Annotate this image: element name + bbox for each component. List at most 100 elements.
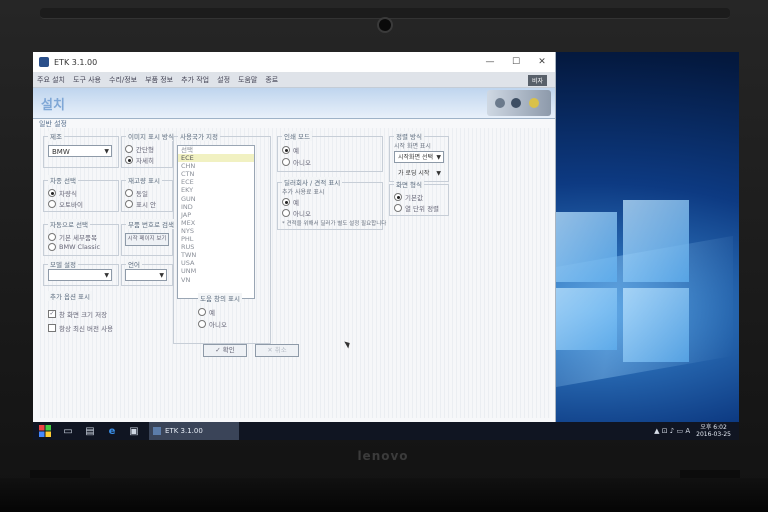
keyboard-edge [0,478,768,512]
menu-badge[interactable]: 비자 [527,74,547,86]
model-select[interactable]: ▼ [48,269,112,281]
maximize-button[interactable]: ☐ [503,57,529,67]
checkbox-latest-version[interactable]: 항상 최신 버전 사용 [48,323,113,333]
radio-dealer-yes[interactable]: 예 [282,197,299,207]
group-sort: 정렬 방식 시작 화면 표시 시작화면 선택 ▼ 가 로딩 시작 ▼ [389,131,449,182]
language-select[interactable]: ▼ [125,269,167,281]
ok-button[interactable]: ✓ 확인 [203,344,247,357]
radio-simple[interactable]: 간단형 [125,144,154,154]
radio-help-no[interactable]: 아니오 [198,319,227,329]
taskbar-etk-window[interactable]: ETK 3.1.00 [149,422,239,440]
chevron-down-icon: ▼ [104,272,109,279]
menu-item-settings[interactable]: 설정 [213,75,234,85]
menu-item-parts[interactable]: 부품 정보 [141,75,177,85]
edge-icon[interactable]: e [101,422,123,440]
close-icon: ✕ [267,346,275,354]
start-page-button[interactable]: 시작 페이지 보기 [125,233,169,246]
check-icon: ✓ [215,346,223,354]
etk-app-window: ETK 3.1.00 — ☐ ✕ 주요 설치 도구 사용 수리/정보 부품 정보… [33,52,556,422]
group-status: 재고량 표시 동일 표시 안 [121,175,173,212]
close-button[interactable]: ✕ [529,57,555,67]
list-item[interactable]: 선택 [178,146,254,154]
radio-display-default[interactable]: 기본값 [394,192,423,202]
group-part: 자동으로 선택 기본 세부품목 BMW Classic [43,219,119,256]
radio-bmw-classic[interactable]: BMW Classic [48,243,100,251]
windows-icon [39,425,51,437]
list-item[interactable]: EKY [178,186,254,194]
menu-item-main[interactable]: 주요 설치 [33,75,69,85]
laptop-brand-logo: lenovo [357,449,409,463]
store-icon[interactable]: ▣ [123,422,145,440]
page-title: 설치 [41,98,65,113]
group-help-display: 도움 창의 표시 예 아니오 [198,293,243,329]
radio-dealer-no[interactable]: 아니오 [282,208,311,218]
list-item[interactable]: USA [178,259,254,267]
group-dealer: 딜러회사 / 견적 표시 추가 사용료 표시 예 아니오 * 견적을 위해서 딜… [277,177,387,230]
list-item[interactable]: RUS [178,243,254,251]
chevron-down-icon: ▼ [159,272,164,279]
group-search: 부품 번호로 검색 시작 페이지 보기 [121,219,176,256]
region-listbox[interactable]: 선택 ECE CHN CTN ECE EKY GUN IND JAP MEX N… [177,145,255,299]
title-bar: ETK 3.1.00 — ☐ ✕ [33,52,555,73]
radio-status-same[interactable]: 동일 [125,188,148,198]
minimize-button[interactable]: — [477,57,503,67]
app-icon [39,57,49,67]
group-image-view: 이미지 표시 방식 간단형 자세히 [121,131,176,168]
radio-help-yes[interactable]: 예 [198,307,215,317]
radio-detailed[interactable]: 자세히 [125,155,154,165]
list-item[interactable]: VN [178,276,254,284]
screen: ETK 3.1.00 — ☐ ✕ 주요 설치 도구 사용 수리/정보 부품 정보… [33,52,739,440]
header-illustration [487,90,551,116]
start-screen-select[interactable]: 시작화면 선택 ▼ [394,151,444,163]
start-button[interactable] [33,422,57,440]
chevron-down-icon: ▼ [436,170,441,177]
radio-motorcycle[interactable]: 오토바이 [48,199,83,209]
group-vehicle-type: 차종 선택 차량식 오토바이 [43,175,119,212]
loading-select[interactable]: 가 로딩 시작 ▼ [394,167,444,179]
cancel-button[interactable]: ✕ 취소 [255,344,299,357]
list-item[interactable]: CHN [178,162,254,170]
app-icon [153,427,161,435]
radio-status-hide[interactable]: 표시 안 [125,199,156,209]
clock[interactable]: 오후 6:02 2016-03-25 [696,424,731,438]
system-tray[interactable]: ▲ ⊡ ♪ ▭ A [654,427,690,435]
list-item[interactable]: GUN [178,195,254,203]
window-title: ETK 3.1.00 [54,57,98,67]
dealer-note: * 견적을 위해서 딜러가 별도 설정 필요합니다 [282,221,387,227]
menu-item-repair[interactable]: 수리/정보 [105,75,141,85]
webcam [377,17,393,33]
file-explorer-icon[interactable]: ▤ [79,422,101,440]
taskbar: ▭ ▤ e ▣ ETK 3.1.00 ▲ ⊡ ♪ ▭ A 오후 6:02 201… [33,422,739,440]
radio-print-no[interactable]: 아니오 [282,157,311,167]
group-language: 언어 ▼ [121,259,173,286]
radio-car[interactable]: 차량식 [48,188,77,198]
radio-basic-parts[interactable]: 기본 세부품목 [48,232,97,242]
radio-display-column[interactable]: 열 단위 정렬 [394,203,439,213]
menu-item-extra[interactable]: 추가 작업 [177,75,213,85]
page-header: 설치 [33,88,555,119]
list-item[interactable]: ECE [178,178,254,186]
list-item[interactable]: NYS [178,227,254,235]
list-item[interactable]: CTN [178,170,254,178]
list-item[interactable]: JAP [178,211,254,219]
settings-panel: 제조 BMW ▼ 이미지 표시 방식 간단형 자세히 사용국가 지정 선택 ECE… [37,128,551,418]
list-item[interactable]: PHL [178,235,254,243]
group-options: 추가 옵션 표시 ✓ 창 화면 크기 저장 항상 최신 버전 사용 [48,291,114,333]
list-item[interactable]: ECE [178,154,254,163]
group-print: 인쇄 모드 예 아니오 [277,131,383,172]
group-brand: 제조 BMW ▼ [43,131,119,168]
radio-print-yes[interactable]: 예 [282,145,299,155]
menu-item-help[interactable]: 도움말 [234,75,261,85]
windows-logo-wallpaper [555,192,695,372]
list-item[interactable]: TWN [178,251,254,259]
menu-item-exit[interactable]: 종료 [261,75,282,85]
list-item[interactable]: IND [178,203,254,211]
menu-item-tools[interactable]: 도구 사용 [69,75,105,85]
checkbox-save-size[interactable]: ✓ 창 화면 크기 저장 [48,309,107,319]
task-view-icon[interactable]: ▭ [57,422,79,440]
list-item[interactable]: MEX [178,219,254,227]
chevron-down-icon: ▼ [436,154,441,161]
chevron-down-icon: ▼ [104,148,109,155]
brand-select[interactable]: BMW ▼ [48,145,112,157]
list-item[interactable]: UNM [178,267,254,275]
